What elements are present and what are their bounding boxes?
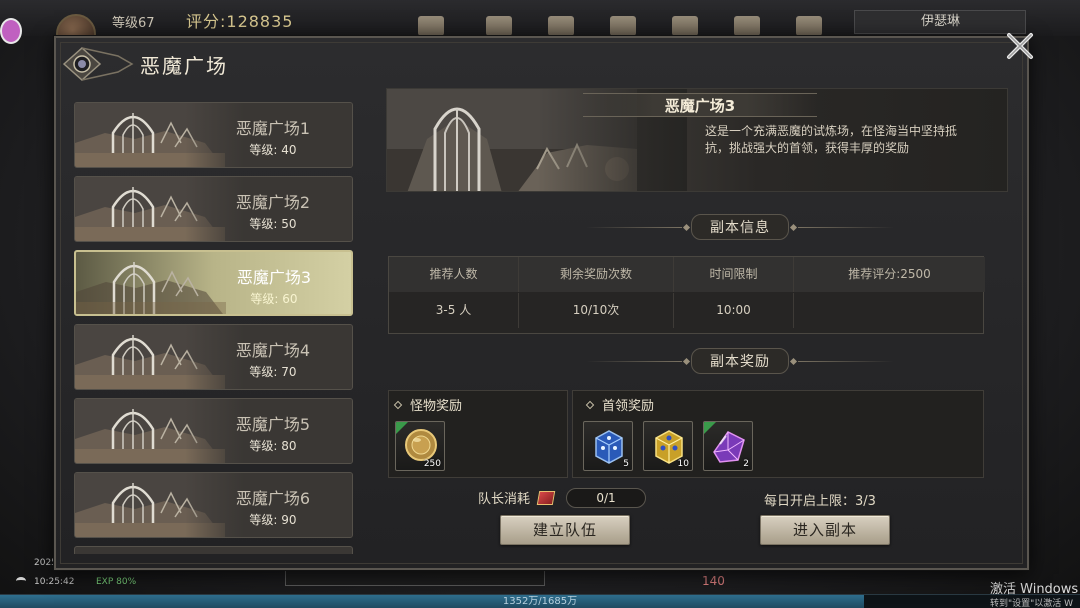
reward-item-purple-crystal[interactable]: 2 bbox=[703, 421, 753, 471]
dungeon-list-item-partial[interactable] bbox=[74, 546, 353, 554]
panel-title: 恶魔广场 bbox=[140, 54, 228, 78]
dungeon-banner: 恶魔广场3 这是一个充满恶魔的试炼场，在怪海当中坚持抵抗，挑战强大的首领，获得丰… bbox=[386, 88, 1008, 192]
daily-limit: 每日开启上限：3/3 bbox=[764, 494, 876, 509]
clock-text: 10:25:42 bbox=[34, 577, 75, 587]
target-player-name: 伊瑟琳 bbox=[921, 14, 961, 29]
chat-bar[interactable] bbox=[285, 570, 545, 586]
dungeon-list-item[interactable]: 恶魔广场2 等级: 50 bbox=[74, 176, 353, 242]
header-recommended-players: 推荐人数 bbox=[389, 257, 519, 292]
boss-reward-box: 首领奖励 5 10 2 bbox=[572, 390, 984, 478]
reward-item-gold-coin[interactable]: 250 bbox=[395, 421, 445, 471]
captain-cost: 队长消耗 bbox=[478, 488, 556, 507]
dungeon-name: 恶魔广场3 bbox=[236, 268, 312, 287]
exp-bar-text: 1352万/1685万 bbox=[502, 596, 578, 607]
dungeon-list-item[interactable]: 恶魔广场3 等级: 60 bbox=[74, 250, 353, 316]
dungeon-level: 等级: 80 bbox=[249, 439, 297, 453]
header-recommended-score: 推荐评分:2500 bbox=[848, 267, 931, 281]
close-icon bbox=[1007, 33, 1033, 59]
bullet-icon bbox=[585, 400, 595, 409]
dungeon-name: 恶魔广场4 bbox=[235, 341, 311, 360]
item-quantity: 5 bbox=[623, 459, 629, 469]
reward-section-header: 副本奖励 bbox=[586, 348, 894, 374]
value-remaining-rewards: 10/10次 bbox=[519, 293, 674, 328]
dungeon-list-item[interactable]: 恶魔广场6 等级: 90 bbox=[74, 472, 353, 538]
panel-emblem-icon bbox=[62, 46, 134, 82]
menu-event-icon[interactable] bbox=[548, 16, 574, 36]
bullet-icon bbox=[393, 400, 403, 409]
value-recommended-players: 3-5 人 bbox=[389, 293, 519, 328]
menu-recharge-icon[interactable] bbox=[796, 16, 822, 36]
player-level: 等级67 bbox=[112, 16, 155, 31]
player-score: 评分:128835 bbox=[186, 12, 294, 31]
captain-token-icon bbox=[536, 490, 556, 505]
exp-bar: 1352万/1685万 bbox=[0, 594, 1080, 608]
close-button[interactable] bbox=[1002, 28, 1038, 64]
enter-dungeon-button[interactable]: 进入副本 bbox=[760, 515, 890, 545]
dungeon-level: 等级: 50 bbox=[249, 217, 297, 231]
demon-square-panel: 恶魔广场 恶魔广场1 等级: 40 恶魔广场2 等级: 50 恶魔广场3 等级: 60 恶魔… bbox=[54, 33, 1033, 570]
value-recommended-score bbox=[794, 293, 985, 328]
dungeon-name: 恶魔广场5 bbox=[235, 415, 311, 434]
monster-reward-label: 怪物奖励 bbox=[410, 399, 463, 414]
item-quantity: 10 bbox=[677, 459, 689, 469]
info-table-value-row: 3-5 人 10/10次 10:00 bbox=[389, 293, 985, 328]
info-section-header: 副本信息 bbox=[586, 214, 894, 240]
detail-description: 这是一个充满恶魔的试炼场，在怪海当中坚持抵抗，挑战强大的首领，获得丰厚的奖励 bbox=[705, 124, 958, 155]
captain-cost-counter: 0/1 bbox=[566, 488, 646, 508]
value-time-limit: 10:00 bbox=[674, 293, 794, 328]
hp-value: 140 bbox=[702, 574, 725, 588]
dungeon-list[interactable]: 恶魔广场1 等级: 40 恶魔广场2 等级: 50 恶魔广场3 等级: 60 恶魔广场4 等级… bbox=[74, 102, 354, 554]
info-section-title: 副本信息 bbox=[691, 214, 789, 240]
create-team-button[interactable]: 建立队伍 bbox=[500, 515, 630, 545]
monster-reward-box: 怪物奖励 250 bbox=[388, 390, 568, 478]
menu-activity-icon[interactable] bbox=[486, 16, 512, 36]
info-table-header-row: 推荐人数 剩余奖励次数 时间限制 推荐评分:2500 bbox=[389, 257, 985, 292]
windows-activate-hint: 转到"设置"以激活 W bbox=[990, 599, 1074, 608]
header-time-limit: 时间限制 bbox=[674, 257, 794, 292]
boss-reward-label: 首领奖励 bbox=[602, 399, 655, 414]
dungeon-level: 等级: 40 bbox=[249, 143, 297, 157]
boss-reward-title: 首领奖励 bbox=[585, 395, 655, 414]
menu-rank-icon[interactable] bbox=[672, 16, 698, 36]
windows-activate-title: 激活 Windows bbox=[990, 582, 1079, 597]
reward-item-gold-box[interactable]: 10 bbox=[643, 421, 693, 471]
dungeon-level: 等级: 90 bbox=[249, 513, 297, 527]
monster-reward-title: 怪物奖励 bbox=[393, 395, 463, 414]
reward-section-title: 副本奖励 bbox=[691, 348, 789, 374]
dungeon-list-item[interactable]: 恶魔广场5 等级: 80 bbox=[74, 398, 353, 464]
dungeon-name: 恶魔广场2 bbox=[235, 193, 311, 212]
event-badge-icon[interactable] bbox=[0, 18, 22, 44]
detail-title: 恶魔广场3 bbox=[664, 97, 736, 115]
target-player-box[interactable]: 伊瑟琳 bbox=[854, 10, 1026, 34]
dungeon-list-item[interactable]: 恶魔广场4 等级: 70 bbox=[74, 324, 353, 390]
dungeon-level: 等级: 70 bbox=[249, 365, 297, 379]
wifi-icon bbox=[16, 577, 26, 585]
header-remaining-rewards: 剩余奖励次数 bbox=[519, 257, 674, 292]
dungeon-info-table: 推荐人数 剩余奖励次数 时间限制 推荐评分:2500 3-5 人 10/10次 … bbox=[388, 256, 985, 334]
item-quantity: 250 bbox=[423, 459, 441, 469]
captain-cost-label: 队长消耗 bbox=[478, 492, 531, 507]
menu-gift-icon[interactable] bbox=[610, 16, 636, 36]
exp-text: EXP 80% bbox=[96, 577, 137, 587]
dungeon-name: 恶魔广场6 bbox=[235, 489, 311, 508]
reward-item-blue-cube[interactable]: 5 bbox=[583, 421, 633, 471]
dungeon-name: 恶魔广场1 bbox=[235, 119, 311, 138]
item-quantity: 2 bbox=[743, 459, 749, 469]
dungeon-level: 等级: 60 bbox=[250, 292, 298, 306]
dungeon-list-item[interactable]: 恶魔广场1 等级: 40 bbox=[74, 102, 353, 168]
menu-shop-icon[interactable] bbox=[418, 16, 444, 36]
menu-mail-icon[interactable] bbox=[734, 16, 760, 36]
